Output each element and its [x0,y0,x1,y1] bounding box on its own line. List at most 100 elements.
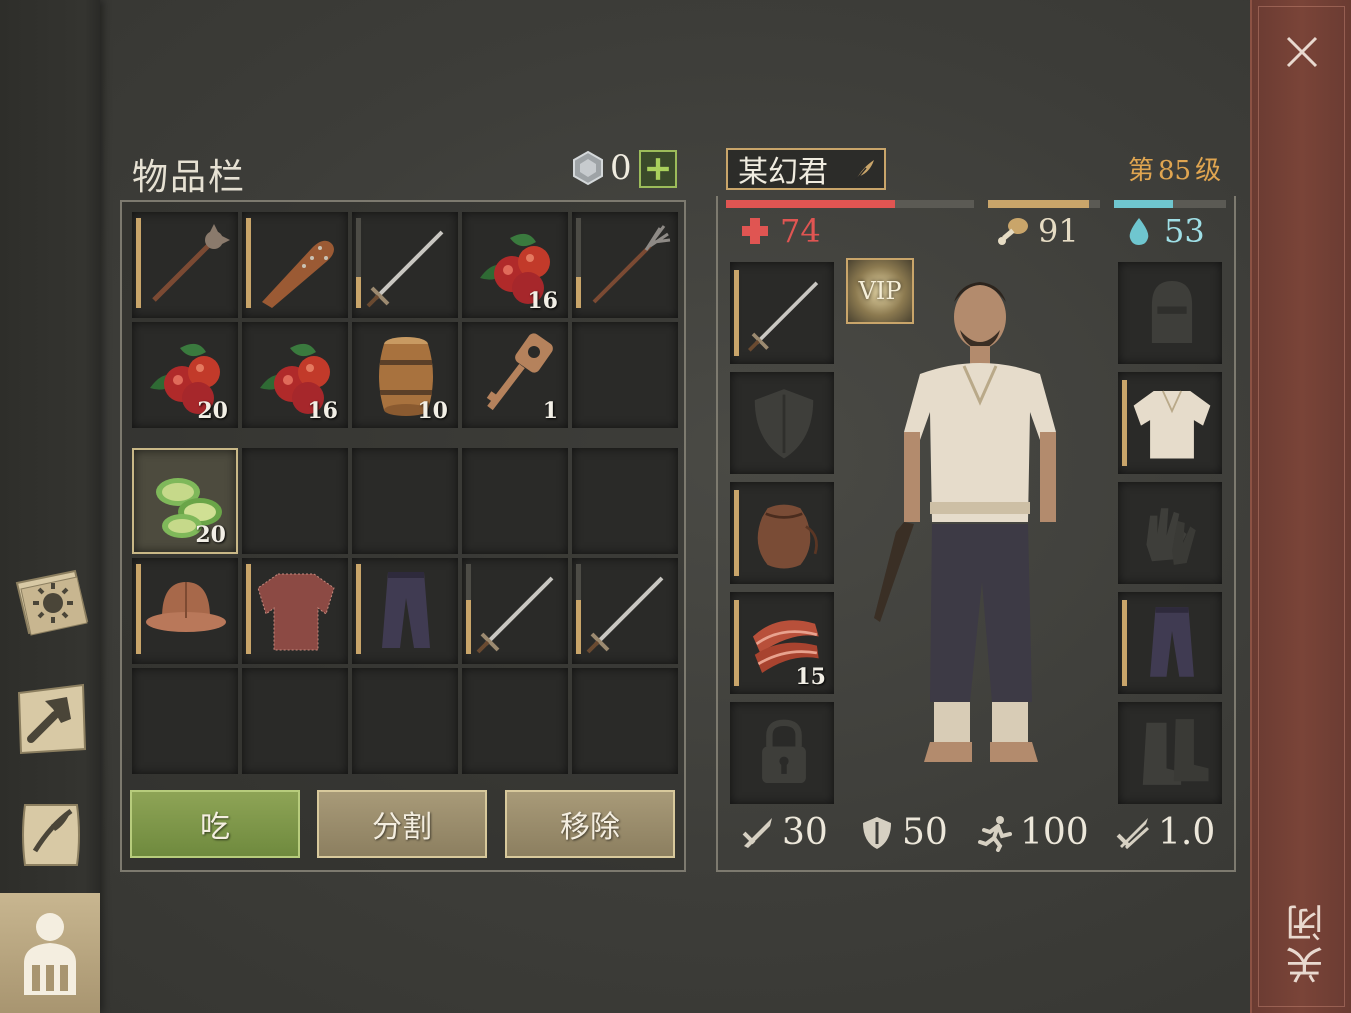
character-name-box[interactable]: 某幻君 [726,148,886,190]
backpack-person-icon [24,913,76,995]
shirt-icon [1133,390,1211,459]
helmet-placeholder-icon [1151,280,1193,344]
drumstick-icon [998,218,1028,245]
character-name: 某幻君 [738,155,828,190]
attack-sword-icon [742,817,772,848]
gloves-placeholder-icon [1146,508,1196,565]
character-inventory-tab[interactable] [0,893,100,1013]
level-value: 85 [1158,156,1192,186]
close-label[interactable]: 关闭 [1280,900,1330,984]
close-icon[interactable] [1282,32,1322,72]
inventory-slot[interactable]: 20 [132,448,238,554]
health-value: 74 [780,212,821,250]
inventory-slot-empty[interactable] [572,668,678,774]
inventory-slot[interactable]: 1 [462,322,568,428]
equipment-slot-right-3[interactable] [1118,482,1222,584]
inventory-slot[interactable]: 20 [132,322,238,428]
boots-placeholder-icon [1142,719,1209,785]
inventory-slot[interactable] [132,212,238,318]
item-quantity: 20 [195,522,226,548]
mace-icon [152,224,230,302]
close-panel[interactable]: 关闭 [1250,0,1351,1013]
running-icon [978,815,1012,852]
eat-button[interactable]: 吃 [130,790,300,858]
inventory-slot[interactable] [352,558,458,664]
hunger-stat: 91 [996,212,1079,250]
pants-icon [382,572,430,648]
inventory-slot[interactable] [242,558,348,664]
attack-value: 30 [782,812,828,853]
inventory-slot-empty[interactable] [352,668,458,774]
chainmail-icon [257,573,335,651]
inventory-slot-empty[interactable] [242,668,348,774]
inventory-grid-top: 16 20 16 10 1 [132,212,678,428]
defense-stat: 50 [858,812,948,853]
left-sidebar [0,0,100,1013]
inventory-slot[interactable]: 16 [242,322,348,428]
inventory-slot[interactable] [352,212,458,318]
health-bar [726,200,974,208]
skills-book-button[interactable] [8,560,94,646]
helmet-icon [146,582,226,632]
equipment-slot-right-1[interactable] [1118,262,1222,364]
inventory-slot-empty[interactable] [572,448,678,554]
inventory-slot[interactable] [242,212,348,318]
inventory-slot[interactable] [572,558,678,664]
sword-icon [586,576,664,654]
inventory-grid-bottom: 20 [132,448,678,774]
equipment-slot-left-3[interactable] [730,482,834,584]
level-label: 第 85 级 [1128,156,1222,186]
swords-weight-icon [1116,817,1150,849]
health-stat: 74 [738,212,821,250]
defense-shield-icon [863,816,891,849]
pouch-icon [757,504,818,569]
character-model [874,282,1056,762]
weight-stat: 1.0 [1114,812,1215,853]
attack-stat: 30 [738,812,828,853]
item-quantity: 20 [197,398,228,424]
hunger-value: 91 [1038,212,1079,250]
pants-icon [1150,607,1194,677]
inventory-slot[interactable] [132,558,238,664]
equipment-slot-right-5[interactable] [1118,702,1222,804]
thirst-bar [1114,200,1226,208]
thirst-stat: 53 [1122,212,1205,250]
item-quantity: 10 [417,398,448,424]
spiked-club-icon [262,240,334,308]
item-quantity: 16 [527,288,558,314]
durability-bar [1122,380,1127,466]
edit-quill-icon[interactable] [852,158,876,182]
add-coins-button[interactable] [639,150,677,188]
shield-icon [754,389,814,459]
scroll-quill-icon [22,804,80,866]
plus-icon [647,158,669,180]
sword-icon [748,281,819,352]
remove-button[interactable]: 移除 [505,790,675,858]
durability-bar [734,490,739,576]
durability-bar [734,270,739,356]
item-quantity: 1 [542,398,558,424]
inventory-slot[interactable] [572,212,678,318]
inventory-slot-empty[interactable] [132,668,238,774]
inventory-slot[interactable] [462,558,568,664]
sun-book-icon [15,569,89,636]
split-button[interactable]: 分割 [317,790,487,858]
equipment-slot-right-4[interactable] [1118,592,1222,694]
inventory-slot-empty[interactable] [572,322,678,428]
inventory-slot-empty[interactable] [462,668,568,774]
crafting-button[interactable] [8,676,94,762]
equipment-slot-right-2[interactable] [1118,372,1222,474]
inventory-slot[interactable]: 16 [462,212,568,318]
sword-icon [366,230,444,308]
equipment-slot-left-1[interactable] [730,262,834,364]
inventory-slot-empty[interactable] [352,448,458,554]
lock-icon [762,719,806,784]
equipment-slot-left-5[interactable] [730,702,834,804]
quests-button[interactable] [8,792,94,878]
inventory-slot-empty[interactable] [242,448,348,554]
inventory-slot[interactable]: 10 [352,322,458,428]
inventory-slot-empty[interactable] [462,448,568,554]
equipment-slot-left-2[interactable] [730,372,834,474]
equipment-slot-left-4[interactable]: 15 [730,592,834,694]
speed-stat: 100 [976,812,1089,853]
